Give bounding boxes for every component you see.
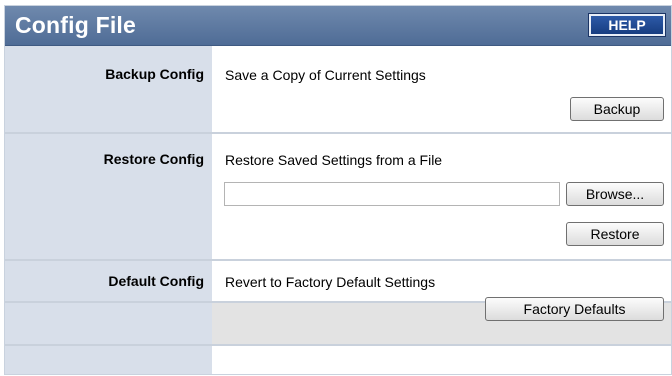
backup-config-description: Save a Copy of Current Settings bbox=[225, 67, 426, 83]
page-title: Config File bbox=[15, 12, 137, 38]
restore-button[interactable]: Restore bbox=[566, 222, 664, 246]
browse-button[interactable]: Browse... bbox=[566, 182, 664, 206]
default-config-description: Revert to Factory Default Settings bbox=[225, 274, 436, 290]
help-button[interactable]: HELP bbox=[589, 14, 665, 36]
section-divider bbox=[5, 132, 671, 134]
backup-button[interactable]: Backup bbox=[570, 97, 664, 121]
restore-config-description: Restore Saved Settings from a File bbox=[225, 152, 443, 168]
footer-left bbox=[5, 303, 212, 344]
backup-config-label: Backup Config bbox=[105, 66, 204, 82]
section-divider bbox=[5, 259, 671, 261]
default-config-label: Default Config bbox=[108, 273, 204, 289]
panel-header: Config File HELP bbox=[5, 6, 671, 46]
section-divider bbox=[5, 344, 671, 346]
restore-config-label: Restore Config bbox=[103, 151, 204, 167]
factory-defaults-button[interactable]: Factory Defaults bbox=[485, 297, 664, 321]
restore-file-input[interactable] bbox=[224, 182, 560, 206]
config-file-panel: Config File HELP Backup Config Save a Co… bbox=[4, 5, 672, 375]
